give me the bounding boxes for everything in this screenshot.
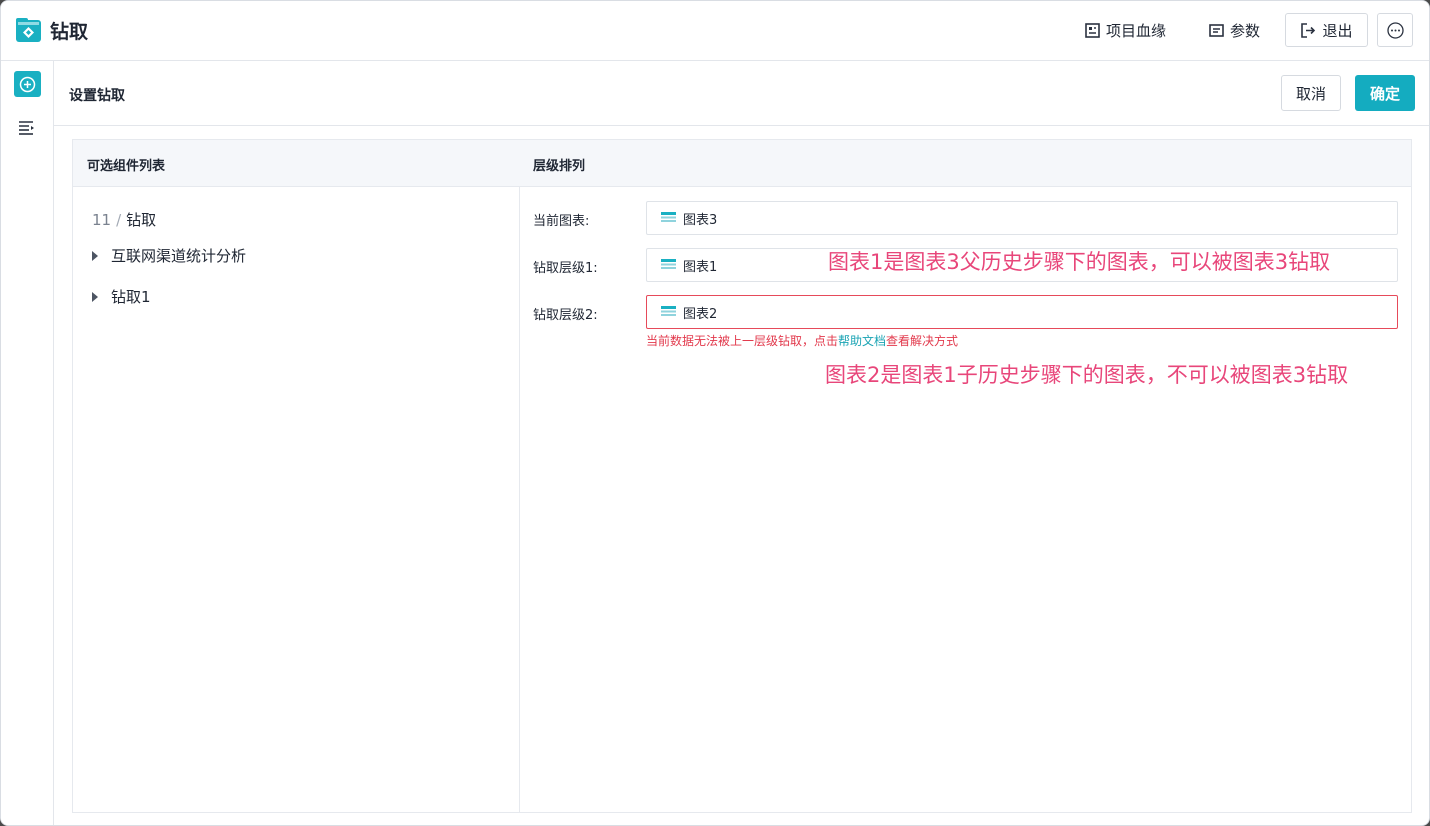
current-chart-field[interactable]: 图表3 [646, 201, 1398, 235]
breadcrumb-id[interactable]: 11 [92, 211, 111, 229]
drill-level-1-label: 钻取层级1: [533, 261, 598, 276]
exit-button[interactable]: 退出 [1285, 13, 1368, 47]
hierarchy-header: 层级排列 [533, 159, 586, 174]
drill-error-message: 当前数据无法被上一层级钻取，点击帮助文档查看解决方式 [646, 332, 958, 349]
drill-setting-bar: 设置钻取 取消 确定 [54, 61, 1429, 126]
drill-level-2-label: 钻取层级2: [533, 308, 598, 323]
tree-item-label: 互联网渠道统计分析 [111, 247, 247, 265]
project-lineage-label: 项目血缘 [1106, 21, 1167, 40]
annotation-note-1: 图表1是图表3父历史步骤下的图表，可以被图表3钻取 [828, 250, 1331, 274]
cancel-button[interactable]: 取消 [1281, 75, 1341, 111]
caret-right-icon[interactable] [92, 291, 98, 302]
app-logo-icon [16, 18, 41, 42]
more-icon [1386, 21, 1404, 39]
app-window: 钻取 项目血缘 参数 退出 设置钻取 取消 确定 可选组件列表 层级排列 11 … [0, 0, 1430, 826]
app-title: 钻取 [50, 21, 89, 43]
drill-level-2-field[interactable]: 图表2 [646, 295, 1398, 329]
error-suffix: 查看解决方式 [886, 334, 959, 348]
tree-item[interactable]: 互联网渠道统计分析 [92, 245, 246, 266]
component-list-header: 可选组件列表 [87, 159, 166, 174]
table-chart-icon [661, 212, 676, 222]
drill-level-1-value: 图表1 [683, 259, 718, 275]
drill-level-2-value: 图表2 [683, 306, 718, 322]
params-label: 参数 [1230, 21, 1261, 40]
caret-right-icon[interactable] [92, 250, 98, 261]
project-lineage-button[interactable]: 项目血缘 [1085, 13, 1166, 47]
left-rail [1, 61, 54, 825]
current-chart-label: 当前图表: [533, 214, 590, 229]
current-chart-value: 图表3 [683, 212, 718, 228]
column-divider [519, 187, 520, 813]
exit-label: 退出 [1322, 21, 1353, 40]
more-button[interactable] [1377, 13, 1413, 47]
drill-config-panel: 可选组件列表 层级排列 11 /钻取 互联网渠道统计分析 钻取1 当前图表: 图表… [72, 139, 1412, 813]
table-chart-icon [661, 306, 676, 316]
outline-button[interactable] [19, 120, 35, 139]
params-button[interactable]: 参数 [1209, 13, 1260, 47]
logout-icon [1301, 22, 1316, 38]
error-prefix: 当前数据无法被上一层级钻取，点击 [646, 334, 839, 348]
plus-circle-icon [19, 76, 36, 92]
breadcrumb-current: 钻取 [126, 211, 157, 229]
outline-list-icon [19, 121, 34, 135]
params-icon [1209, 23, 1224, 37]
annotation-note-2: 图表2是图表1子历史步骤下的图表，不可以被图表3钻取 [825, 363, 1349, 387]
table-chart-icon [661, 259, 676, 269]
breadcrumb-separator: / [116, 211, 122, 229]
tree-item-label: 钻取1 [111, 288, 151, 306]
panel-header: 可选组件列表 层级排列 [73, 140, 1411, 187]
breadcrumb: 11 /钻取 [92, 209, 156, 230]
add-component-button[interactable] [14, 71, 41, 97]
confirm-button[interactable]: 确定 [1355, 75, 1415, 111]
help-doc-link[interactable]: 帮助文档 [838, 334, 886, 348]
drill-setting-title: 设置钻取 [69, 88, 125, 104]
tree-item[interactable]: 钻取1 [92, 286, 151, 307]
lineage-icon [1085, 22, 1100, 38]
top-header: 钻取 项目血缘 参数 退出 [1, 1, 1429, 61]
